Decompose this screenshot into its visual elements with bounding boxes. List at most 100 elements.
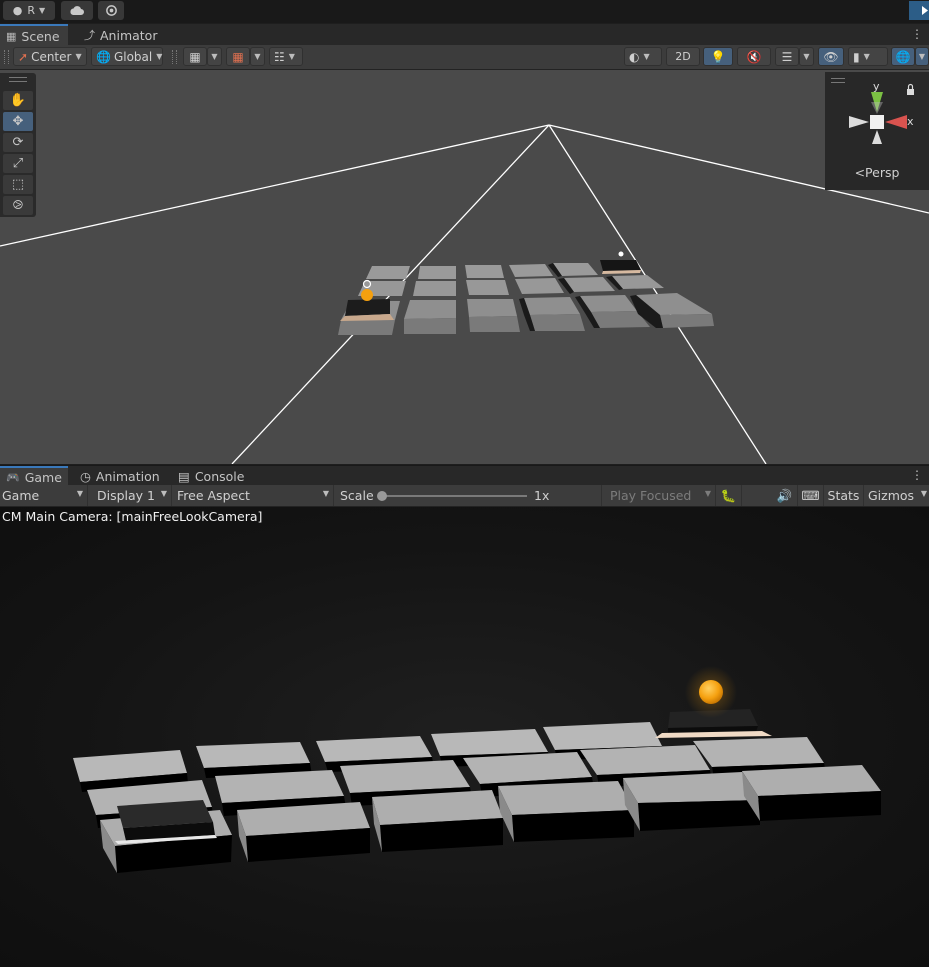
scale-icon: ⤢ <box>12 156 24 171</box>
grid-lines-icon: ☷ <box>274 49 285 64</box>
persp-label: Persp <box>865 165 900 180</box>
chevron-down-icon: ▼ <box>160 489 167 498</box>
globe-icon: 🌐 <box>96 49 111 64</box>
play-mode-label: Play Focused <box>610 488 692 503</box>
speaker-icon: 🔊 <box>776 487 793 503</box>
bug-toggle[interactable]: 🐛 <box>716 485 742 506</box>
tab-animator-label: Animator <box>100 27 158 43</box>
grid-snap-dropdown[interactable]: ▼ <box>207 47 222 66</box>
chevron-down-icon: ▼ <box>803 52 810 61</box>
tab-console[interactable]: ▤ Console <box>172 466 250 486</box>
transform-icon: ⧁ <box>12 198 24 213</box>
tab-animator[interactable]: ⤴ Animator <box>78 24 165 46</box>
grid-visibility-dropdown[interactable]: ☷ ▼ <box>269 47 303 66</box>
projection-toggle[interactable]: <Persp <box>825 165 929 180</box>
gear-icon <box>105 5 117 16</box>
2d-toggle[interactable]: 2D <box>666 47 700 66</box>
chevron-down-icon: ▼ <box>156 52 163 61</box>
grid-snap-button[interactable]: ▦ <box>183 47 207 66</box>
bug-icon: 🐛 <box>720 487 737 503</box>
orientation-gizmo[interactable]: y x <Persp <box>825 72 929 190</box>
gizmos-toggle[interactable]: 🌐 <box>891 47 915 66</box>
move-tool-button[interactable]: ✥ <box>3 112 33 131</box>
more-options-icon[interactable]: ⋮ <box>911 27 923 41</box>
scene-toolbar: ➚ Center ▼ 🌐 Global ▼ ▦ ▼ ▦ ▼ ☷ ▼ ◐ ▼ 2D… <box>0 45 929 70</box>
display-dropdown[interactable]: Display 1 ▼ <box>88 485 172 506</box>
scene-visibility-toggle[interactable]: 👁 <box>818 47 844 66</box>
tab-console-label: Console <box>194 468 245 484</box>
tab-scene-label: Scene <box>21 28 60 44</box>
2d-label: 2D <box>675 50 691 63</box>
increment-snap-icon: ▦ <box>232 49 244 64</box>
camera-settings-dropdown[interactable]: ▮ ▼ <box>848 47 888 66</box>
stats-button[interactable]: Stats <box>824 485 864 506</box>
chevron-down-icon: ▼ <box>254 52 261 61</box>
account-button[interactable]: ● R ▼ <box>3 1 55 20</box>
animation-icon: ◷ <box>80 468 91 484</box>
chevron-down-icon: ▼ <box>920 489 927 498</box>
gizmos-dropdown[interactable]: ▼ <box>915 47 929 66</box>
keyboard-toggle[interactable]: ⌨ <box>798 485 824 506</box>
view-dropdown[interactable]: Game ▼ <box>0 485 88 506</box>
settings-button[interactable] <box>98 1 124 20</box>
view-dropdown-label: Game <box>2 488 40 503</box>
increment-snap-dropdown[interactable]: ▼ <box>250 47 265 66</box>
shading-mode-dropdown[interactable]: ◐ ▼ <box>624 47 662 66</box>
hand-tool-button[interactable]: ✋ <box>3 91 33 110</box>
x-axis-label: x <box>907 115 914 128</box>
scene-view-viewport[interactable] <box>0 70 929 464</box>
space-label: Global <box>113 49 153 64</box>
space-dropdown[interactable]: 🌐 Global ▼ <box>91 47 163 66</box>
aspect-dropdown[interactable]: Free Aspect ▼ <box>172 485 334 506</box>
game-toolbar: Game ▼ Display 1 ▼ Free Aspect ▼ Scale 1… <box>0 485 929 507</box>
hand-icon: ✋ <box>9 93 27 108</box>
top-toolbar: ● R ▼ <box>0 0 929 23</box>
cloud-button[interactable] <box>61 1 93 20</box>
scale-tool-button[interactable]: ⤢ <box>3 154 33 173</box>
chevron-down-icon: ▼ <box>863 52 870 61</box>
gizmos-dropdown[interactable]: Gizmos ▼ <box>864 485 929 506</box>
tab-animation[interactable]: ◷ Animation <box>74 466 166 486</box>
transform-tool-button[interactable]: ⧁ <box>3 196 33 215</box>
more-options-icon[interactable]: ⋮ <box>911 468 923 482</box>
cloud-icon <box>70 6 84 15</box>
chevron-down-icon: ▼ <box>211 52 218 61</box>
grid-snap-icon: ▦ <box>189 49 201 64</box>
pivot-label: Center <box>31 49 72 64</box>
audio-toggle[interactable]: 🔇 <box>737 47 771 66</box>
scale-slider-thumb[interactable] <box>377 491 387 501</box>
layers-icon: ☰ <box>781 49 793 64</box>
game-tiles <box>73 709 881 873</box>
tool-palette: ✋ ✥ ⟳ ⤢ ⬚ ⧁ <box>0 73 36 217</box>
play-button[interactable] <box>909 1 929 20</box>
increment-snap-button[interactable]: ▦ <box>226 47 250 66</box>
light-bulb-icon: 💡 <box>710 49 726 64</box>
aspect-dropdown-label: Free Aspect <box>177 488 250 503</box>
chevron-down-icon: ▼ <box>918 52 926 61</box>
rect-tool-button[interactable]: ⬚ <box>3 175 33 194</box>
scale-value: 1x <box>534 488 550 503</box>
effects-dropdown[interactable]: ▼ <box>799 47 814 66</box>
scale-slider-track[interactable] <box>382 495 527 497</box>
lock-icon <box>907 89 914 95</box>
chevron-down-icon: ▼ <box>288 52 295 61</box>
camera-frustum <box>0 124 929 464</box>
game-view-viewport[interactable]: CM Main Camera: [mainFreeLookCamera] <box>0 507 929 967</box>
scale-label: Scale <box>340 488 374 503</box>
palette-grip-icon <box>9 77 27 82</box>
lighting-toggle[interactable]: 💡 <box>703 47 733 66</box>
tab-game[interactable]: 🎮 Game <box>0 466 68 486</box>
pivot-dropdown[interactable]: ➚ Center ▼ <box>13 47 87 66</box>
play-mode-dropdown[interactable]: Play Focused ▼ <box>602 485 716 506</box>
chevron-down-icon: ▼ <box>39 6 46 15</box>
display-dropdown-label: Display 1 <box>97 488 156 503</box>
camera-debug-label: CM Main Camera: [mainFreeLookCamera] <box>2 509 263 524</box>
scene-tab-bar: ▦ Scene ⤴ Animator ⋮ <box>0 24 929 47</box>
tab-animation-label: Animation <box>95 468 160 484</box>
audio-mute-toggle[interactable]: 🔊 <box>772 485 798 506</box>
game-tab-bar: 🎮 Game ◷ Animation ▤ Console ⋮ <box>0 465 929 486</box>
rotate-tool-button[interactable]: ⟳ <box>3 133 33 152</box>
tab-scene[interactable]: ▦ Scene <box>0 24 68 46</box>
scene-tiles <box>338 260 714 335</box>
effects-toggle[interactable]: ☰ <box>775 47 799 66</box>
